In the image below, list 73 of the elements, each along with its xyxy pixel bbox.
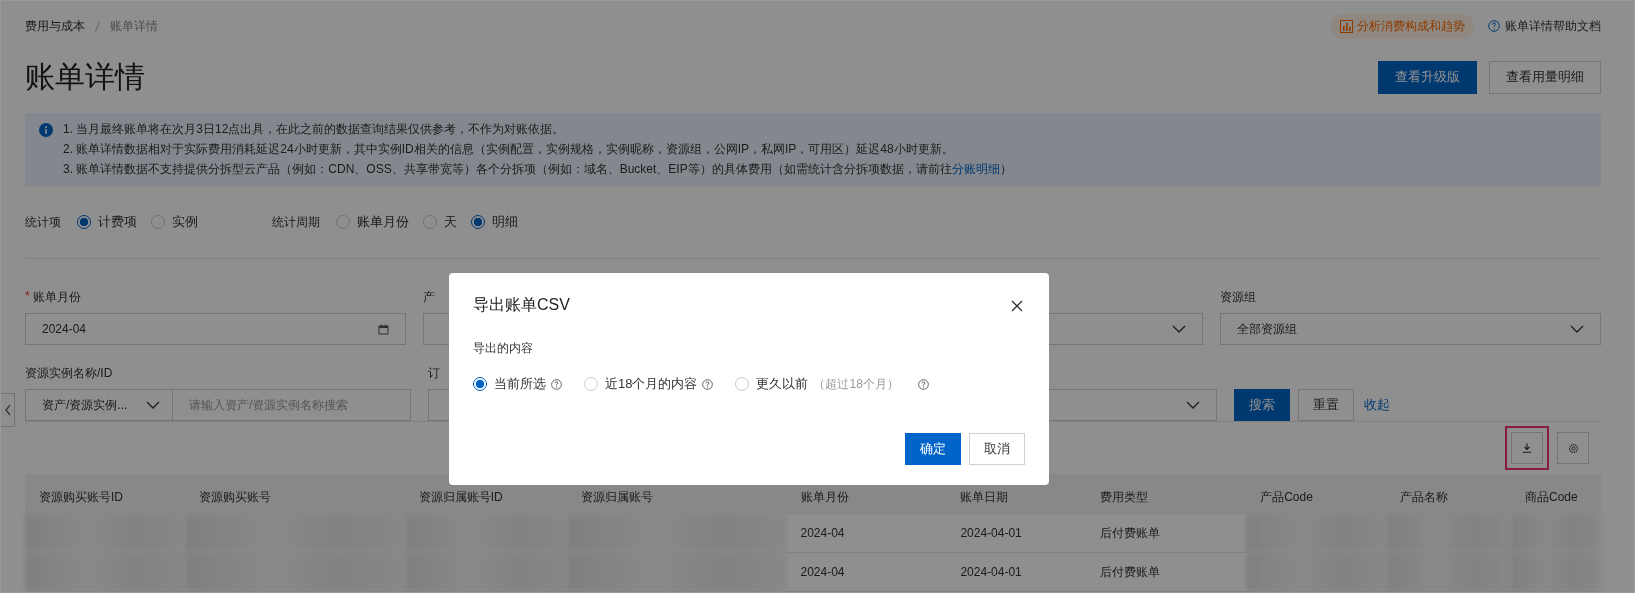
- cancel-button[interactable]: 取消: [969, 433, 1025, 465]
- collapse-handle[interactable]: [1, 393, 15, 427]
- column-header: 资源归属账号: [579, 489, 654, 506]
- help-icon: [551, 378, 562, 390]
- help-icon: [917, 378, 929, 390]
- option-note: （超过18个月）: [813, 375, 899, 393]
- header-button[interactable]: 查看用量明细: [1489, 60, 1601, 94]
- column-header: 账单日期: [959, 489, 1010, 506]
- radio-option[interactable]: 天: [423, 213, 457, 231]
- close-icon: [1011, 299, 1023, 312]
- table-cell-text: 2024-04-01: [959, 525, 1023, 542]
- field-label: 账单月份: [32, 289, 81, 305]
- column-header: 费用类型: [1099, 489, 1150, 506]
- chevron-down-icon: [1570, 325, 1584, 333]
- breadcrumb-link[interactable]: 账单详情: [110, 17, 158, 35]
- chevron-left-icon: [3, 404, 12, 416]
- radio-option[interactable]: 明细: [471, 213, 518, 231]
- chevron-down-icon: [1171, 325, 1186, 333]
- radio-option[interactable]: 计费项: [77, 213, 137, 231]
- notice-text: 3. 账单详情数据不支持提供分拆型云产品（例如：CDN、OSS、共享带宽等）各个分拆项（例如：域名、Bucket、EIP等）的具体费用（如需统计含分拆项数据，请前往: [63, 162, 952, 176]
- section-label: 导出的内容: [473, 340, 534, 357]
- field-label: 订: [428, 365, 440, 381]
- table-cell-text: 后付费账单: [1099, 524, 1162, 542]
- select-field[interactable]: 资产/资源实例...: [25, 389, 173, 421]
- collapse-link[interactable]: 收起: [1364, 389, 1390, 421]
- table-cell-text: 2024-04: [799, 525, 846, 542]
- required-mark: *: [25, 289, 30, 305]
- column-header: 产品Code: [1259, 489, 1314, 506]
- settings-icon: [1567, 442, 1579, 454]
- filter-label: 统计项: [25, 213, 61, 231]
- breadcrumb-separator: [95, 20, 100, 32]
- page-title: 账单详情: [25, 58, 145, 95]
- field-label: 资源实例名称/ID: [25, 365, 113, 381]
- notice-text: ）: [999, 162, 1012, 176]
- table-cell-text: 2024-04-01: [959, 564, 1023, 581]
- header-button[interactable]: 查看升级版: [1378, 60, 1477, 94]
- filter-label: 统计周期: [272, 213, 320, 231]
- split-bill-link[interactable]: 分账明细: [951, 162, 1000, 176]
- help-link[interactable]: 账单详情帮助文档: [1488, 17, 1601, 35]
- breadcrumb-link[interactable]: 费用与成本: [25, 17, 85, 35]
- dialog-title: 导出账单CSV: [473, 295, 570, 315]
- bar-chart-icon: [1340, 19, 1353, 33]
- column-header: 资源购买账号: [197, 489, 272, 506]
- column-header: 资源购买账号ID: [38, 489, 124, 506]
- table-cell-text: 2024-04: [799, 564, 846, 581]
- radio-option[interactable]: 更久以前: [735, 375, 809, 393]
- reset-button[interactable]: 重置: [1298, 389, 1354, 421]
- help-icon: [702, 378, 714, 390]
- radio-option[interactable]: 账单月份: [336, 213, 409, 231]
- select-field[interactable]: 全部资源组: [1219, 313, 1601, 345]
- calendar-icon: [378, 323, 390, 335]
- field-label: 资源组: [1219, 289, 1256, 305]
- search-button[interactable]: 搜索: [1234, 389, 1290, 421]
- download-button[interactable]: [1511, 432, 1543, 464]
- table-cell-text: 后付费账单: [1099, 563, 1162, 581]
- date-field[interactable]: 2024-04: [25, 313, 407, 345]
- notice-text: 2. 账单详情数据相对于实际费用消耗延迟24小时更新，其中实例ID相关的信息（实例配置，实例规格，实例昵称，资源组，公网IP，私网IP，可用区）延迟48小时更新。: [63, 141, 955, 158]
- info-icon: [39, 123, 53, 137]
- field-label: 产: [423, 289, 436, 305]
- chevron-down-icon: [1186, 401, 1200, 409]
- column-header: 产品名称: [1399, 489, 1450, 506]
- column-header: 账单月份: [799, 489, 850, 506]
- help-icon: [1488, 20, 1500, 32]
- column-header: 资源归属账号ID: [417, 489, 504, 506]
- column-header: 商品Code: [1524, 489, 1579, 506]
- download-icon: [1522, 443, 1532, 453]
- chevron-down-icon: [146, 401, 160, 409]
- radio-option[interactable]: 近18个月的内容: [584, 375, 698, 393]
- settings-button[interactable]: [1557, 432, 1589, 464]
- confirm-button[interactable]: 确定: [905, 433, 961, 465]
- radio-option[interactable]: 实例: [151, 213, 198, 231]
- radio-option[interactable]: 当前所选: [473, 375, 546, 393]
- notice-text: 1. 当月最终账单将在次月3日12点出具，在此之前的数据查询结果仅供参考，不作为对账依据。: [63, 121, 566, 138]
